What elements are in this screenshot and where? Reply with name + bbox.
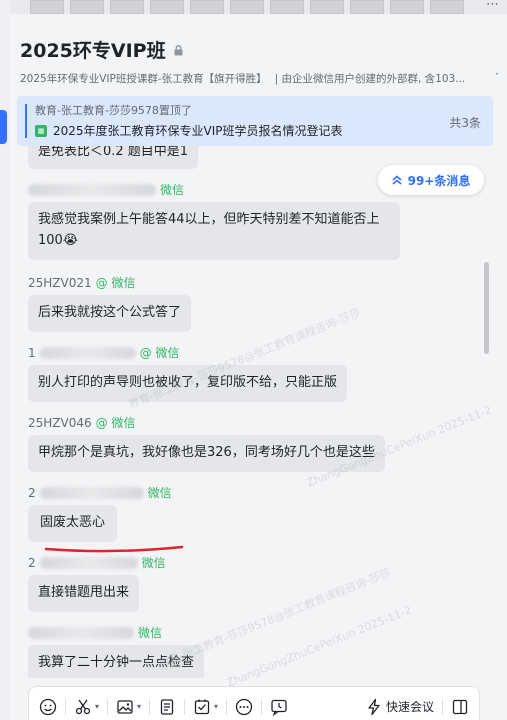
more-circle-icon xyxy=(235,698,253,715)
message-bubble[interactable]: 固废太恶心 xyxy=(28,505,118,542)
thumbnail[interactable] xyxy=(190,0,224,14)
sender-name[interactable]: 25HZV021 xyxy=(28,276,92,290)
list-item: 微信 我算了二十分钟一点点检查 xyxy=(28,624,205,678)
thumbnail[interactable] xyxy=(270,0,304,14)
pinned-count[interactable]: 共3条 xyxy=(449,114,481,131)
sender-name-blurred xyxy=(39,556,138,569)
pinned-message[interactable]: 教育-张工教育-莎莎9578置顶了 ▦ 2025年度张工教育环保专业VIP班学员… xyxy=(17,96,493,146)
double-chevron-up-icon xyxy=(392,175,402,185)
chat-subtitle: 2025年环保专业VIP班授课群-张工教育【旗开得胜】 | 由企业微信用户创建的… xyxy=(20,71,507,86)
group-description: 2025年环保专业VIP班授课群-张工教育【旗开得胜】 xyxy=(20,73,267,85)
lightning-icon xyxy=(368,698,380,715)
document-icon xyxy=(160,698,174,715)
side-panel-button[interactable] xyxy=(451,698,469,716)
sender-name-blurred xyxy=(39,346,136,359)
message-sender: 1 @ 微信 xyxy=(28,344,347,361)
sender-source: @ 微信 xyxy=(95,416,136,430)
list-item: 1 @ 微信 别人打印的声导则也被收了，复印版不给，只能正版 xyxy=(28,344,348,402)
sender-source: 微信 xyxy=(138,626,163,640)
more-icon[interactable]: ⋯ xyxy=(486,0,499,12)
message-bubble[interactable]: 我算了二十分钟一点点检查 xyxy=(28,645,205,678)
side-panel-icon xyxy=(452,699,468,714)
sender-name[interactable]: 2 xyxy=(28,556,36,570)
thumbnail[interactable] xyxy=(230,0,264,14)
chevron-down-icon[interactable]: ▾ xyxy=(95,702,99,711)
list-item: 2 微信 直接错题甩出来 xyxy=(28,554,166,612)
message-bubble[interactable]: 甲烷那个是真坑，我好像也是326，同考场好几个也是这些 xyxy=(28,435,385,472)
message-bubble[interactable]: 是免表比＜0.2 题目中是1 xyxy=(28,146,199,169)
chat-title[interactable]: 2025环专VIP班 xyxy=(20,36,166,63)
sender-source: 微信 xyxy=(141,556,166,570)
message-bubble[interactable]: 后来我就按这个公式答了 xyxy=(28,295,192,332)
message-sender: 微信 xyxy=(28,624,204,641)
thumbnail[interactable] xyxy=(30,0,64,14)
clock-chat-icon xyxy=(271,699,287,716)
list-item: 2 微信 固废太恶心 xyxy=(28,484,172,542)
task-check-icon xyxy=(194,699,210,714)
history-button[interactable] xyxy=(270,698,288,716)
sender-source: 微信 xyxy=(160,183,185,197)
message-sender: 2 微信 xyxy=(28,554,166,571)
thumbnail[interactable] xyxy=(310,0,344,14)
screenshot-button[interactable]: ▾ xyxy=(74,698,99,716)
scissors-icon xyxy=(75,699,91,714)
message-sender: 25HZV046 @ 微信 xyxy=(28,414,385,431)
message-sender: 25HZV021 @ 微信 xyxy=(28,274,191,291)
sender-name-blurred xyxy=(28,626,134,639)
message-sender: 微信 xyxy=(28,181,400,198)
list-item: 微信 我感觉我案例上午能答44以上，但昨天特别差不知道能否上100😭 xyxy=(28,181,400,260)
thumbnail[interactable] xyxy=(390,0,424,14)
emoji-icon xyxy=(39,698,57,715)
more-tools-button[interactable] xyxy=(235,698,253,716)
list-item: 是免表比＜0.2 题目中是1 xyxy=(28,146,199,169)
active-indicator xyxy=(0,110,7,144)
pinned-bar xyxy=(25,104,27,138)
message-bubble[interactable]: 我感觉我案例上午能答44以上，但昨天特别差不知道能否上100😭 xyxy=(28,202,400,260)
task-button[interactable]: ▾ xyxy=(193,698,218,716)
input-toolbar: ▾ ▾ ▾ 快速会议 xyxy=(28,686,480,720)
thumbnail[interactable] xyxy=(350,0,384,14)
image-button[interactable]: ▾ xyxy=(116,698,141,716)
sender-name-blurred xyxy=(39,486,144,499)
unread-count: 99+条消息 xyxy=(407,173,471,188)
list-item: 25HZV046 @ 微信 甲烷那个是真坑，我好像也是326，同考场好几个也是这… xyxy=(28,414,385,472)
sender-source: @ 微信 xyxy=(95,276,136,290)
pinned-by: 教育-张工教育-莎莎9578置顶了 xyxy=(35,104,192,117)
quick-meeting-button[interactable]: 快速会议 xyxy=(365,698,434,716)
sender-source: 微信 xyxy=(147,486,172,500)
top-thumbnail-strip: ⋯ xyxy=(0,0,507,14)
quick-meeting-label: 快速会议 xyxy=(385,700,434,714)
chevron-down-icon[interactable]: ▾ xyxy=(137,702,141,711)
list-item: 25HZV021 @ 微信 后来我就按这个公式答了 xyxy=(28,274,192,332)
emoji-button[interactable] xyxy=(39,698,57,716)
chevron-down-icon[interactable]: ▾ xyxy=(214,702,218,711)
sender-name-blurred xyxy=(28,183,156,196)
image-icon xyxy=(117,699,133,714)
lock-icon xyxy=(174,45,183,56)
sheet-icon: ▦ xyxy=(35,124,47,137)
subtitle-more-icon[interactable]: · xyxy=(495,67,499,81)
chat-header: 2025环专VIP班 2025年环保专业VIP班授课群-张工教育【旗开得胜】 |… xyxy=(20,36,507,86)
group-info: | 由企业微信用户创建的外部群, 含103... xyxy=(274,73,466,85)
message-bubble[interactable]: 直接错题甩出来 xyxy=(28,575,140,612)
thumbnail[interactable] xyxy=(430,0,464,14)
thumbnail[interactable] xyxy=(110,0,144,14)
pinned-doc-title[interactable]: 2025年度张工教育环保专业VIP班学员报名情况登记表 xyxy=(53,122,343,139)
sender-name[interactable]: 25HZV046 xyxy=(28,416,92,430)
thumbnail[interactable] xyxy=(70,0,104,14)
message-sender: 2 微信 xyxy=(28,484,172,501)
unread-jump-button[interactable]: 99+条消息 xyxy=(378,165,484,195)
scrollbar-thumb[interactable] xyxy=(484,262,489,354)
sender-name[interactable]: 2 xyxy=(28,486,36,500)
sender-source: @ 微信 xyxy=(139,346,180,360)
document-button[interactable] xyxy=(158,698,176,716)
message-list[interactable]: 是免表比＜0.2 题目中是1 微信 我感觉我案例上午能答44以上，但昨天特别差不… xyxy=(0,146,492,678)
sender-name[interactable]: 1 xyxy=(28,346,36,360)
thumbnail[interactable] xyxy=(150,0,184,14)
red-annotation-underline xyxy=(44,545,184,553)
message-bubble[interactable]: 别人打印的声导则也被收了，复印版不给，只能正版 xyxy=(28,365,348,402)
